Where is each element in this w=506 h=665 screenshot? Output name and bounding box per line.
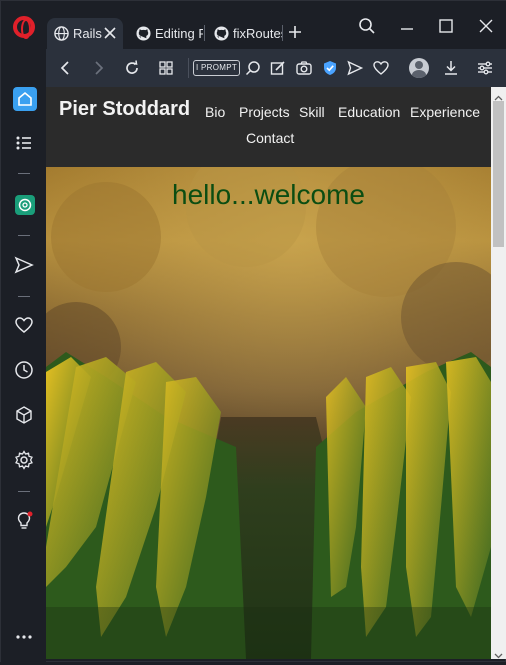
hero-title: hello...welcome [172,179,365,210]
chatgpt-icon[interactable] [15,195,35,215]
scroll-up-icon[interactable] [494,90,503,101]
scrollbar-thumb[interactable] [493,101,504,247]
heart-icon[interactable] [14,315,34,335]
close-window-icon[interactable] [477,17,495,35]
back-icon[interactable] [57,59,75,77]
scroll-down-icon[interactable] [494,647,503,659]
close-tab-icon[interactable] [103,26,117,40]
cornfield-background-image [46,167,491,659]
nav-link-contact[interactable]: Contact [246,130,294,146]
maximize-icon[interactable] [437,17,455,35]
send-icon[interactable] [346,59,364,77]
webpage-viewport: Pier Stoddard Bio Projects Skill Educati… [46,87,491,659]
forward-icon[interactable] [89,59,107,77]
nav-link-experience[interactable]: Experience [410,104,480,120]
github-icon [136,26,151,41]
edit-icon[interactable] [269,59,287,77]
sidebar-divider [18,235,30,236]
search-icon[interactable] [358,17,376,35]
tab-rails[interactable]: Rails [47,18,123,49]
new-tab-icon[interactable] [287,24,303,40]
settings-sliders-icon[interactable] [476,59,494,77]
sidebar-divider [18,173,30,174]
globe-icon [54,26,69,41]
camera-icon[interactable] [295,59,313,77]
history-clock-icon[interactable] [14,360,34,380]
tab-label: Editing R [155,26,203,41]
more-options-icon[interactable] [14,627,34,647]
address-toolbar: I PROMPT [46,49,506,87]
send-icon[interactable] [14,255,34,275]
tab-label: fixRoutes [233,26,283,41]
tab-fixroutes[interactable]: fixRoutes [207,18,283,49]
toolbar-divider [188,58,189,78]
site-brand[interactable]: Pier Stoddard [59,98,190,121]
lightbulb-icon[interactable] [14,511,34,531]
shield-icon[interactable] [321,59,339,77]
profile-avatar-icon[interactable] [409,58,429,78]
zoom-icon[interactable] [244,59,262,77]
tabs-grid-icon[interactable] [157,59,175,77]
sidebar-divider [18,491,30,492]
nav-link-projects[interactable]: Projects [239,104,290,120]
tab-divider [204,25,205,41]
heart-icon[interactable] [372,59,390,77]
minimize-icon[interactable] [398,17,416,35]
reload-icon[interactable] [123,59,141,77]
page-scrollbar[interactable] [491,87,506,659]
browser-window: Rails Editing R fixRoutes I PROMPT Pier … [0,0,506,663]
sidebar-divider [18,296,30,297]
tab-divider [282,25,283,41]
nav-link-education[interactable]: Education [338,104,400,120]
prompt-button[interactable]: I PROMPT [193,60,240,76]
site-header: Pier Stoddard Bio Projects Skill Educati… [46,87,491,167]
home-icon[interactable] [13,87,37,111]
cube-icon[interactable] [14,405,34,425]
nav-link-skill[interactable]: Skill [299,104,325,120]
list-icon[interactable] [14,133,34,153]
gear-icon[interactable] [14,450,34,470]
tab-label: Rails [73,26,102,41]
github-icon [214,26,229,41]
hero-banner: hello...welcome [46,167,491,659]
opera-logo-icon[interactable] [13,16,35,39]
tab-bar: Rails Editing R fixRoutes [1,1,506,49]
download-icon[interactable] [442,59,460,77]
nav-link-bio[interactable]: Bio [205,104,225,120]
sidebar [1,49,46,663]
tab-editing[interactable]: Editing R [129,18,203,49]
